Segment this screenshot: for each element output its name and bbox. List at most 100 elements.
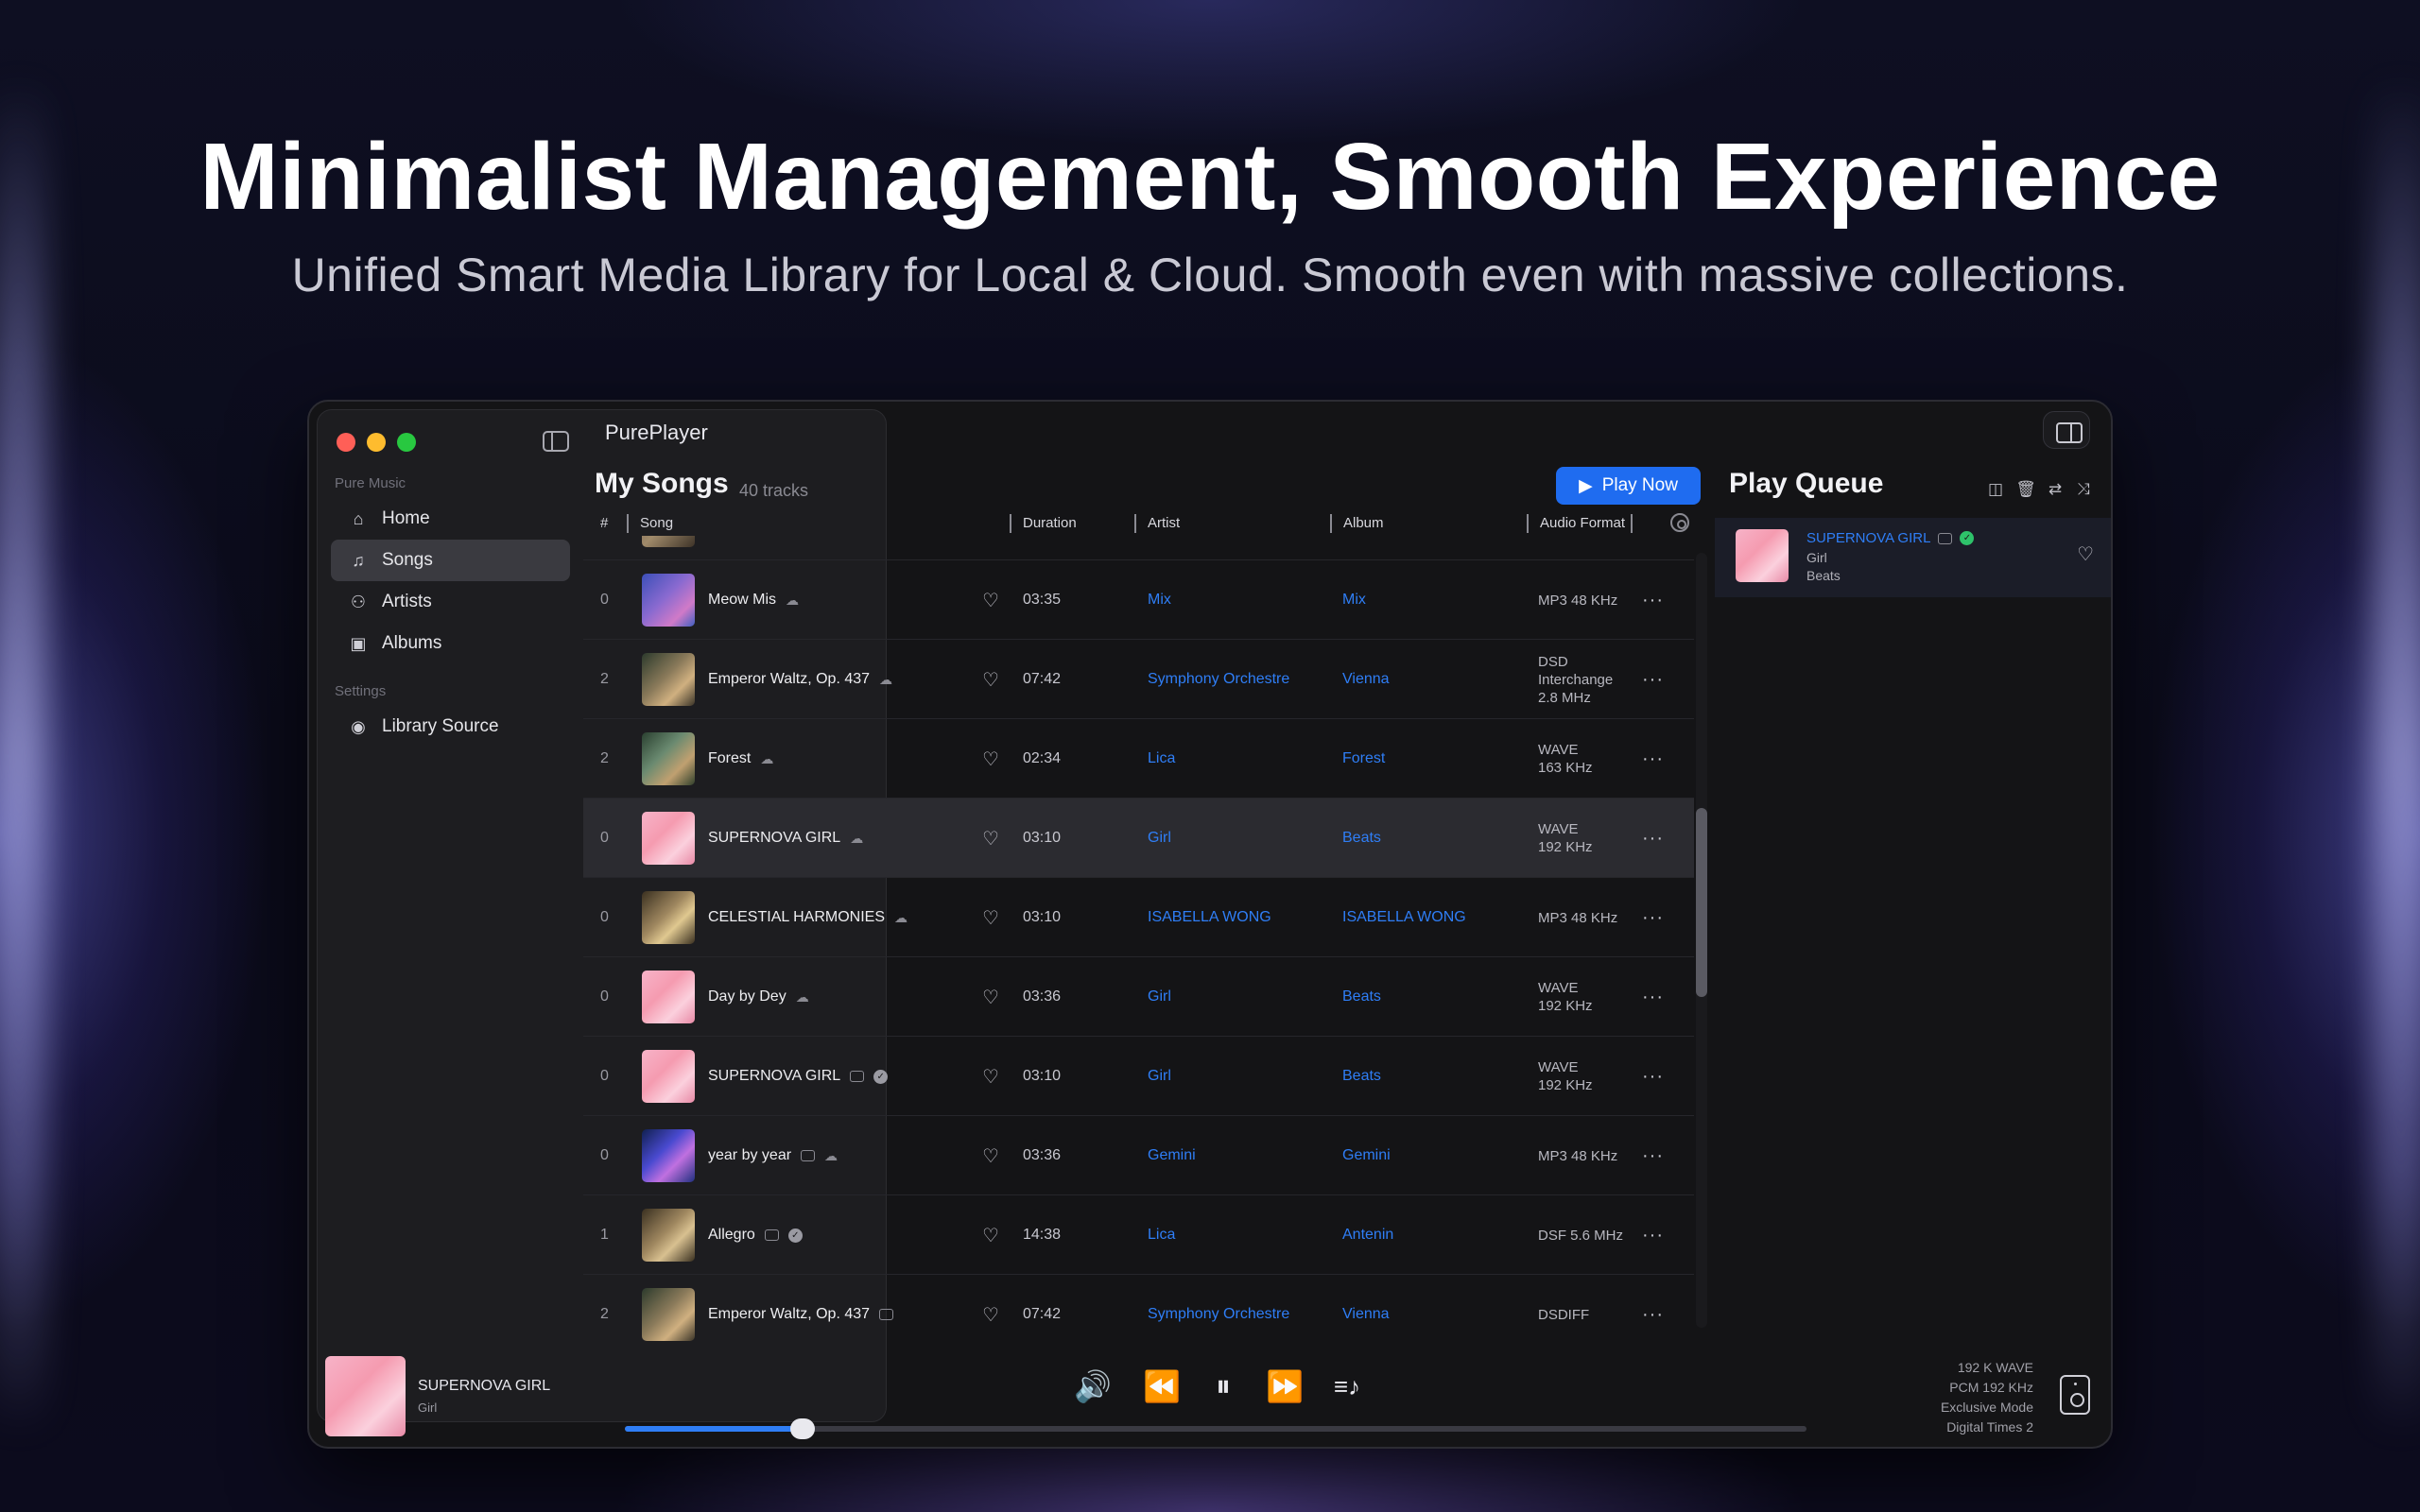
song-row[interactable]: 1 Allegro ✓ ♡ 14:38 Lica Antenin DSF 5.6 MHz ··· [583,1195,1694,1275]
song-row[interactable]: 0 Meow Mis ☁ ♡ 03:35 Mix Mix MP3 48 KHz ··· [583,560,1694,640]
more-options-icon[interactable]: ··· [1642,1037,1664,1116]
favorite-heart-icon[interactable]: ♡ [982,1116,999,1195]
song-artist-link[interactable]: Lica [1148,1195,1175,1275]
song-row[interactable]: 2 Forest ☁ ♡ 02:34 Lica Forest WAVE 163 KHz ··· [583,719,1694,799]
song-artist-link[interactable]: Gemini [1148,1116,1196,1195]
track-number: 2 [600,671,609,687]
favorite-heart-icon[interactable]: ♡ [982,640,999,719]
column-header-duration[interactable]: Duration [1023,512,1077,533]
song-artist-link[interactable]: Mix [1148,560,1171,640]
song-album-link[interactable]: Vienna [1342,640,1390,719]
sidebar-item-albums[interactable]: ▣ Albums [331,623,570,664]
cloud-icon: ☁ [850,830,864,846]
output-device-speaker-icon[interactable] [2060,1375,2090,1415]
column-divider[interactable] [1134,514,1136,533]
song-album-link[interactable]: Beats [1342,957,1381,1037]
song-artist-link[interactable]: Girl [1148,957,1171,1037]
song-title-cell: Forest ☁ [708,719,773,799]
song-album-link[interactable]: Beats [1342,1037,1381,1116]
favorite-heart-icon[interactable]: ♡ [982,536,999,560]
song-artist-link[interactable]: ISABELLA WONG [1148,878,1271,957]
column-header-album[interactable]: Album [1343,512,1384,533]
sidebar-item-library-source[interactable]: ◉ Library Source [331,706,570,747]
zoom-window-button[interactable] [397,433,416,452]
song-row[interactable]: 0 SUPERNOVA GIRL ✓ ♡ 03:10 Girl Beats WAVE 192 … [583,1037,1694,1116]
song-row[interactable]: 3 Allegro moderato ♡ 12:38 Lica Antenin 5.6 MH… [583,536,1694,560]
more-options-icon[interactable]: ··· [1642,878,1664,957]
sidebar-item-home[interactable]: ⌂ Home [331,498,570,540]
song-artist-link[interactable]: Symphony Orchestre [1148,1275,1289,1349]
favorite-heart-icon[interactable]: ♡ [982,957,999,1037]
playlist-queue-icon[interactable]: ≡♪ [1330,1367,1364,1405]
song-artist-link[interactable]: Symphony Orchestre [1148,640,1289,719]
shuffle-icon[interactable]: ⤨ [2073,480,2094,499]
more-options-icon[interactable]: ··· [1642,719,1664,799]
audio-format-line: Exclusive Mode [1940,1400,2033,1415]
song-row[interactable]: 0 Day by Dey ☁ ♡ 03:36 Girl Beats WAVE 192 KHz ·… [583,957,1694,1037]
queue-panel-toggle-icon[interactable] [2043,411,2090,449]
song-artist-link[interactable]: Lica [1148,719,1175,799]
column-divider[interactable] [1631,514,1633,533]
repeat-icon[interactable]: ⇄ [2045,480,2066,499]
song-album-link[interactable]: Antenin [1342,1195,1393,1275]
favorite-heart-icon[interactable]: ♡ [982,799,999,878]
song-duration: 03:10 [1023,909,1062,925]
now-playing-album-art[interactable] [325,1356,406,1436]
favorite-heart-icon[interactable]: ♡ [982,1195,999,1275]
scrollbar-thumb[interactable] [1696,808,1707,997]
favorite-heart-icon[interactable]: ♡ [982,1037,999,1116]
queue-item-favorite-icon[interactable]: ♡ [2077,542,2094,566]
favorite-heart-icon[interactable]: ♡ [982,719,999,799]
minimize-window-button[interactable] [367,433,386,452]
song-artist-link[interactable]: Girl [1148,799,1171,878]
volume-icon[interactable]: 🔊 [1072,1367,1114,1405]
song-album-link[interactable]: ISABELLA WONG [1342,878,1466,957]
sidebar-item-artists[interactable]: ⚇ Artists [331,581,570,623]
close-window-button[interactable] [337,433,355,452]
song-row[interactable]: 0 year by year ☁ ♡ 03:36 Gemini Gemini MP3 48 K… [583,1116,1694,1195]
song-album-link[interactable]: Forest [1342,719,1385,799]
column-header-song[interactable]: Song [640,512,673,533]
more-options-icon[interactable]: ··· [1642,957,1664,1037]
column-divider[interactable] [1527,514,1529,533]
next-track-button[interactable]: ⏩ [1264,1367,1305,1405]
favorite-heart-icon[interactable]: ♡ [982,1275,999,1349]
sidebar-toggle-icon[interactable] [543,431,569,452]
trash-icon[interactable]: 🗑 [2015,480,2036,499]
column-header-number[interactable]: # [600,512,608,533]
song-album-link[interactable]: Antenin [1342,536,1393,560]
column-header-audio-format[interactable]: Audio Format [1540,512,1625,533]
song-row[interactable]: 0 SUPERNOVA GIRL ☁ ♡ 03:10 Girl Beats WAVE 192 … [583,799,1694,878]
previous-track-button[interactable]: ⏪ [1141,1367,1183,1405]
song-artist-link[interactable]: Girl [1148,1037,1171,1116]
song-row[interactable]: 2 Emperor Waltz, Op. 437 ☁ ♡ 07:42 Symphony O… [583,640,1694,719]
sidebar-item-songs[interactable]: ♫ Songs [331,540,570,581]
queue-item[interactable]: SUPERNOVA GIRL ✓ Girl Beats ♡ [1715,518,2111,597]
column-header-artist[interactable]: Artist [1148,512,1180,533]
song-row[interactable]: 0 CELESTIAL HARMONIES ☁ ♡ 03:10 ISABELLA WONG… [583,878,1694,957]
favorite-heart-icon[interactable]: ♡ [982,560,999,640]
pause-button[interactable]: ⏸ [1204,1367,1242,1405]
song-artist-link[interactable]: Lica [1148,536,1175,560]
more-options-icon[interactable]: ··· [1642,536,1664,560]
column-settings-gear-icon[interactable] [1670,513,1689,532]
song-album-link[interactable]: Gemini [1342,1116,1391,1195]
progress-knob[interactable] [790,1418,815,1439]
album-art [642,1288,695,1341]
column-divider[interactable] [627,514,629,533]
song-album-link[interactable]: Vienna [1342,1275,1390,1349]
more-options-icon[interactable]: ··· [1642,560,1664,640]
queue-sidebar-icon[interactable]: ◫ [1985,480,2006,499]
column-divider[interactable] [1330,514,1332,533]
song-album-link[interactable]: Mix [1342,560,1366,640]
more-options-icon[interactable]: ··· [1642,640,1664,719]
song-row[interactable]: 2 Emperor Waltz, Op. 437 ♡ 07:42 Symphony Or… [583,1275,1694,1349]
song-album-link[interactable]: Beats [1342,799,1381,878]
favorite-heart-icon[interactable]: ♡ [982,878,999,957]
more-options-icon[interactable]: ··· [1642,1116,1664,1195]
more-options-icon[interactable]: ··· [1642,1275,1664,1349]
more-options-icon[interactable]: ··· [1642,799,1664,878]
more-options-icon[interactable]: ··· [1642,1195,1664,1275]
column-divider[interactable] [1010,514,1011,533]
play-now-button[interactable]: ▶ Play Now [1556,467,1701,505]
